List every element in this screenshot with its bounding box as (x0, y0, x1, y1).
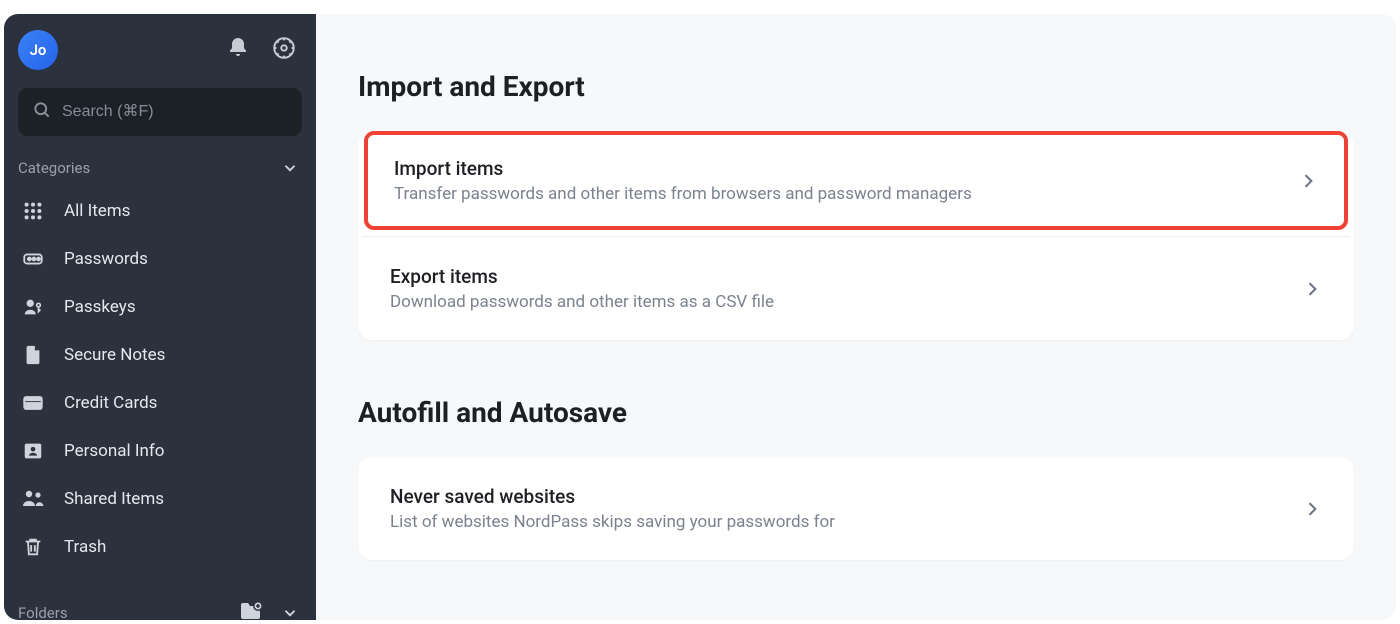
note-icon (20, 342, 46, 368)
sidebar: Jo Categories (4, 14, 316, 620)
notifications-button[interactable] (224, 36, 252, 64)
id-card-icon (20, 438, 46, 464)
gear-icon (271, 35, 297, 65)
sidebar-item-label: Personal Info (64, 441, 164, 461)
row-title: Export items (390, 265, 774, 288)
sidebar-item-all-items[interactable]: All Items (18, 188, 302, 234)
sidebar-item-passkeys[interactable]: Passkeys (18, 284, 302, 330)
sidebar-item-label: Credit Cards (64, 393, 157, 413)
sidebar-item-shared-items[interactable]: Shared Items (18, 476, 302, 522)
settings-row-import-items[interactable]: Import items Transfer passwords and othe… (364, 131, 1348, 230)
credit-card-icon (20, 390, 46, 416)
sidebar-item-passwords[interactable]: Passwords (18, 236, 302, 282)
sidebar-item-trash[interactable]: Trash (18, 524, 302, 570)
section-title-autofill: Autofill and Autosave (358, 396, 1354, 429)
row-text: Import items Transfer passwords and othe… (394, 157, 972, 204)
main-content: Import and Export Import items Transfer … (316, 14, 1396, 620)
categories-label: Categories (18, 159, 90, 177)
sidebar-item-credit-cards[interactable]: Credit Cards (18, 380, 302, 426)
row-text: Never saved websites List of websites No… (390, 485, 835, 532)
avatar[interactable]: Jo (18, 30, 58, 70)
app-root: Jo Categories (4, 14, 1396, 620)
sidebar-item-personal-info[interactable]: Personal Info (18, 428, 302, 474)
password-icon (20, 246, 46, 272)
chevron-right-icon (1302, 279, 1322, 299)
chevron-right-icon (1298, 171, 1318, 191)
row-desc: Transfer passwords and other items from … (394, 184, 972, 204)
search-icon (32, 100, 52, 124)
folders-actions (238, 600, 302, 620)
row-title: Import items (394, 157, 972, 180)
sidebar-item-label: Passwords (64, 249, 148, 269)
avatar-initials: Jo (30, 41, 47, 59)
settings-row-never-saved[interactable]: Never saved websites List of websites No… (358, 457, 1354, 560)
chevron-down-icon (278, 156, 302, 180)
categories-header[interactable]: Categories (18, 150, 302, 188)
bell-icon (226, 36, 250, 64)
autofill-card: Never saved websites List of websites No… (358, 457, 1354, 560)
folders-label: Folders (18, 604, 68, 620)
add-folder-icon[interactable] (238, 600, 264, 620)
shared-icon (20, 486, 46, 512)
chevron-right-icon (1302, 499, 1322, 519)
sidebar-top: Jo (18, 28, 302, 88)
category-list: All Items Passwords Passkeys Secure Note… (18, 188, 302, 570)
trash-icon (20, 534, 46, 560)
row-text: Export items Download passwords and othe… (390, 265, 774, 312)
settings-row-export-items[interactable]: Export items Download passwords and othe… (358, 237, 1354, 340)
sidebar-item-label: All Items (64, 201, 130, 221)
section-title-import-export: Import and Export (358, 70, 1354, 103)
sidebar-item-label: Trash (64, 537, 106, 557)
search-box[interactable] (18, 88, 302, 136)
top-icons (224, 36, 298, 64)
passkey-icon (20, 294, 46, 320)
grid-icon (20, 198, 46, 224)
sidebar-item-label: Passkeys (64, 297, 136, 317)
search-input[interactable] (62, 103, 288, 121)
sidebar-item-secure-notes[interactable]: Secure Notes (18, 332, 302, 378)
row-desc: List of websites NordPass skips saving y… (390, 512, 835, 532)
sidebar-item-label: Shared Items (64, 489, 164, 509)
folders-header[interactable]: Folders (18, 596, 302, 620)
row-title: Never saved websites (390, 485, 835, 508)
row-desc: Download passwords and other items as a … (390, 292, 774, 312)
chevron-down-icon[interactable] (278, 601, 302, 620)
settings-button[interactable] (270, 36, 298, 64)
sidebar-item-label: Secure Notes (64, 345, 165, 365)
import-export-card: Import items Transfer passwords and othe… (358, 131, 1354, 340)
